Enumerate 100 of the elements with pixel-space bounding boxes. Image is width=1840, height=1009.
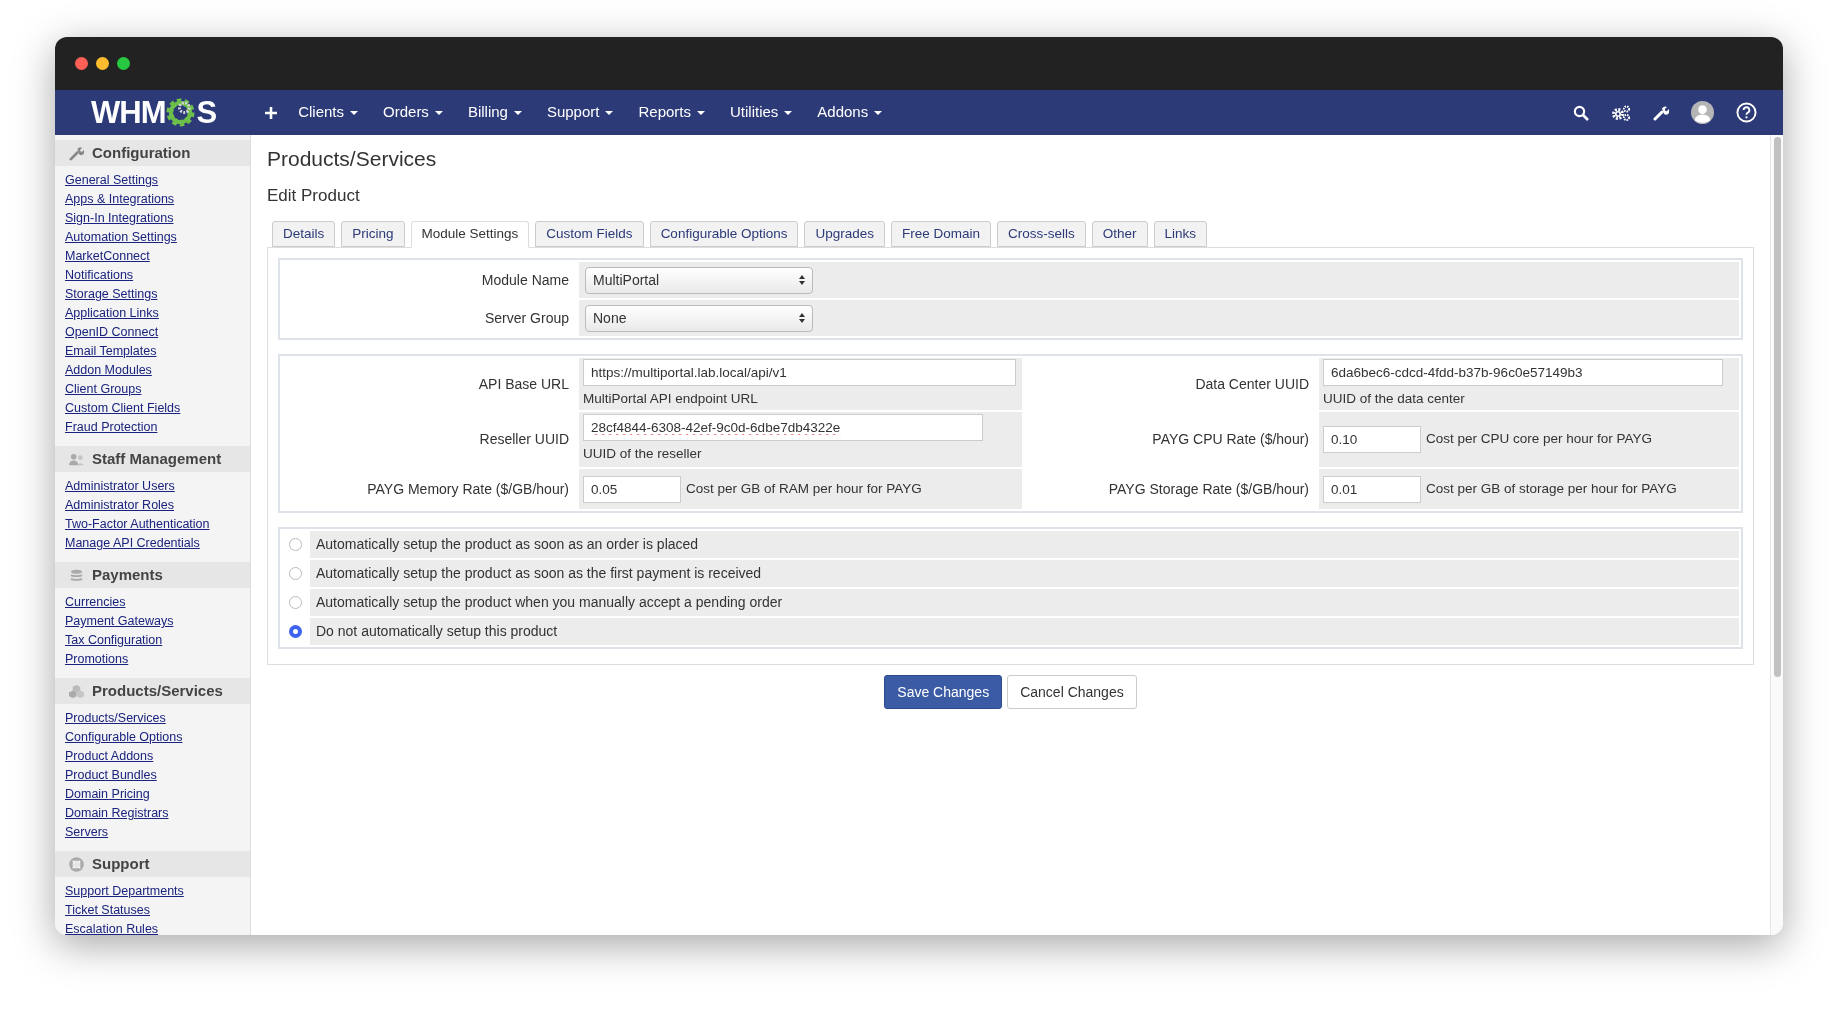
text-input[interactable]: 28cf4844-6308-42ef-9c0d-6dbe7db4322e bbox=[583, 414, 983, 442]
updown-arrow-icon bbox=[799, 275, 805, 285]
plus-icon[interactable] bbox=[264, 105, 279, 120]
sidebar-link[interactable]: Client Groups bbox=[65, 380, 142, 399]
sidebar-section-title: Configuration bbox=[92, 142, 191, 163]
cubes-icon bbox=[69, 683, 84, 699]
caret-icon bbox=[605, 110, 614, 115]
help-text: Cost per GB of RAM per hour for PAYG bbox=[686, 479, 922, 498]
select-dropdown[interactable]: MultiPortal bbox=[585, 266, 813, 294]
sidebar-link[interactable]: Administrator Users bbox=[65, 477, 175, 496]
sidebar-link[interactable]: Escalation Rules bbox=[65, 920, 159, 935]
nav-menu-item[interactable]: Support bbox=[546, 101, 614, 124]
help-text: UUID of the reseller bbox=[583, 445, 703, 464]
nav-menu-item[interactable]: Utilities bbox=[730, 101, 793, 124]
sidebar-link[interactable]: Tax Configuration bbox=[65, 631, 163, 650]
sidebar-link[interactable]: Servers bbox=[65, 823, 109, 842]
sidebar-link[interactable]: Addon Modules bbox=[65, 361, 152, 380]
sidebar-link[interactable]: OpenID Connect bbox=[65, 323, 159, 342]
save-button[interactable]: Save Changes bbox=[884, 675, 1003, 709]
field-label: PAYG Memory Rate ($/GB/hour) bbox=[367, 479, 569, 499]
sidebar-link[interactable]: Administrator Roles bbox=[65, 496, 175, 515]
sidebar-link[interactable]: Email Templates bbox=[65, 342, 157, 361]
sidebar-link[interactable]: Ticket Statuses bbox=[65, 901, 150, 920]
sidebar-link[interactable]: Sign-In Integrations bbox=[65, 209, 174, 228]
radio-button[interactable] bbox=[288, 625, 302, 638]
help-text: MultiPortal API endpoint URL bbox=[583, 389, 759, 408]
radio-button[interactable] bbox=[288, 596, 302, 609]
sidebar-link[interactable]: Promotions bbox=[65, 650, 129, 669]
sidebar-link[interactable]: Apps & Integrations bbox=[65, 190, 175, 209]
tab[interactable]: Module Settings bbox=[410, 221, 530, 248]
sidebar-link[interactable]: Domain Registrars bbox=[65, 804, 169, 823]
close-window-button[interactable] bbox=[75, 57, 88, 70]
select-dropdown[interactable]: None bbox=[585, 304, 813, 332]
sidebar-link[interactable]: General Settings bbox=[65, 171, 159, 190]
search-icon[interactable] bbox=[1573, 104, 1589, 121]
text-input[interactable]: https://multiportal.lab.local/api/v1 bbox=[583, 358, 1016, 386]
field-label: PAYG Storage Rate ($/GB/hour) bbox=[1108, 479, 1309, 499]
tab[interactable]: Other bbox=[1091, 221, 1148, 247]
field-label: PAYG CPU Rate ($/hour) bbox=[1152, 430, 1309, 449]
caret-icon bbox=[350, 110, 359, 115]
sidebar-link[interactable]: Payment Gateways bbox=[65, 612, 174, 631]
caret-icon bbox=[513, 110, 522, 115]
text-input[interactable]: 0.10 bbox=[1323, 426, 1421, 453]
wrench-icon[interactable] bbox=[1653, 104, 1669, 121]
sidebar-link[interactable]: MarketConnect bbox=[65, 247, 150, 266]
sidebar-link[interactable]: Two-Factor Authentication bbox=[65, 515, 210, 534]
sidebar-link[interactable]: Product Addons bbox=[65, 747, 154, 766]
nav-menu-item[interactable]: Addons bbox=[817, 101, 883, 124]
tab[interactable]: Details bbox=[272, 221, 336, 247]
field-label: Module Name bbox=[481, 270, 569, 290]
sidebar-link[interactable]: Product Bundles bbox=[65, 766, 157, 785]
field-label: API Base URL bbox=[478, 374, 569, 394]
tab[interactable]: Links bbox=[1153, 221, 1208, 247]
radio-label: Automatically setup the product as soon as an order is placed bbox=[316, 535, 699, 554]
sidebar-link[interactable]: Automation Settings bbox=[65, 228, 177, 247]
radio-label: Do not automatically setup this product bbox=[316, 622, 558, 641]
text-input[interactable]: 0.01 bbox=[1323, 475, 1421, 503]
radio-button[interactable] bbox=[288, 567, 302, 580]
sidebar-link[interactable]: Domain Pricing bbox=[65, 785, 150, 804]
sidebar-link[interactable]: Storage Settings bbox=[65, 285, 158, 304]
help-text: Cost per CPU core per hour for PAYG bbox=[1426, 430, 1653, 449]
sidebar-section-title: Support bbox=[92, 853, 150, 874]
user-avatar-icon[interactable] bbox=[1691, 101, 1714, 124]
field-label: Data Center UUID bbox=[1195, 374, 1309, 394]
tab[interactable]: Free Domain bbox=[891, 221, 992, 247]
nav-menu-item[interactable]: Reports bbox=[638, 101, 705, 124]
tab[interactable]: Cross-sells bbox=[997, 221, 1086, 247]
nav-menu-item[interactable]: Clients bbox=[298, 101, 359, 124]
logo[interactable]: WHM S bbox=[91, 97, 217, 128]
sidebar-link[interactable]: Manage API Credentials bbox=[65, 534, 200, 553]
tab[interactable]: Configurable Options bbox=[649, 221, 799, 247]
tab[interactable]: Pricing bbox=[341, 221, 405, 247]
sidebar-link[interactable]: Custom Client Fields bbox=[65, 399, 181, 418]
radio-label: Automatically setup the product when you manually accept a pending order bbox=[316, 593, 783, 612]
radio-label: Automatically setup the product as soon as the first payment is received bbox=[316, 564, 762, 583]
cancel-button[interactable]: Cancel Changes bbox=[1007, 675, 1137, 709]
coins-icon bbox=[69, 567, 84, 583]
caret-icon bbox=[434, 110, 443, 115]
field-label: Server Group bbox=[484, 308, 569, 328]
caret-icon bbox=[697, 110, 705, 115]
wrench-icon bbox=[69, 145, 84, 161]
lifebuoy-icon bbox=[69, 856, 84, 872]
sidebar-link[interactable]: Products/Services bbox=[65, 709, 166, 728]
minimize-window-button[interactable] bbox=[96, 57, 109, 70]
page-title: Products/Services bbox=[267, 146, 438, 172]
sidebar-link[interactable]: Application Links bbox=[65, 304, 159, 323]
help-icon[interactable] bbox=[1736, 102, 1757, 123]
sidebar-link[interactable]: Notifications bbox=[65, 266, 134, 285]
zoom-window-button[interactable] bbox=[117, 57, 130, 70]
text-input[interactable]: 0.05 bbox=[583, 475, 681, 503]
radio-button[interactable] bbox=[288, 538, 302, 551]
nav-menu-item[interactable]: Billing bbox=[467, 101, 522, 124]
sidebar-link[interactable]: Support Departments bbox=[65, 882, 184, 901]
sidebar-link[interactable]: Configurable Options bbox=[65, 728, 183, 747]
sidebar-link[interactable]: Fraud Protection bbox=[65, 418, 158, 437]
text-input[interactable]: 6da6bec6-cdcd-4fdd-b37b-96c0e57149b3 bbox=[1323, 358, 1723, 386]
tab[interactable]: Upgrades bbox=[804, 221, 885, 247]
tab[interactable]: Custom Fields bbox=[535, 221, 644, 247]
nav-menu-item[interactable]: Orders bbox=[383, 101, 443, 124]
sidebar-link[interactable]: Currencies bbox=[65, 593, 126, 612]
